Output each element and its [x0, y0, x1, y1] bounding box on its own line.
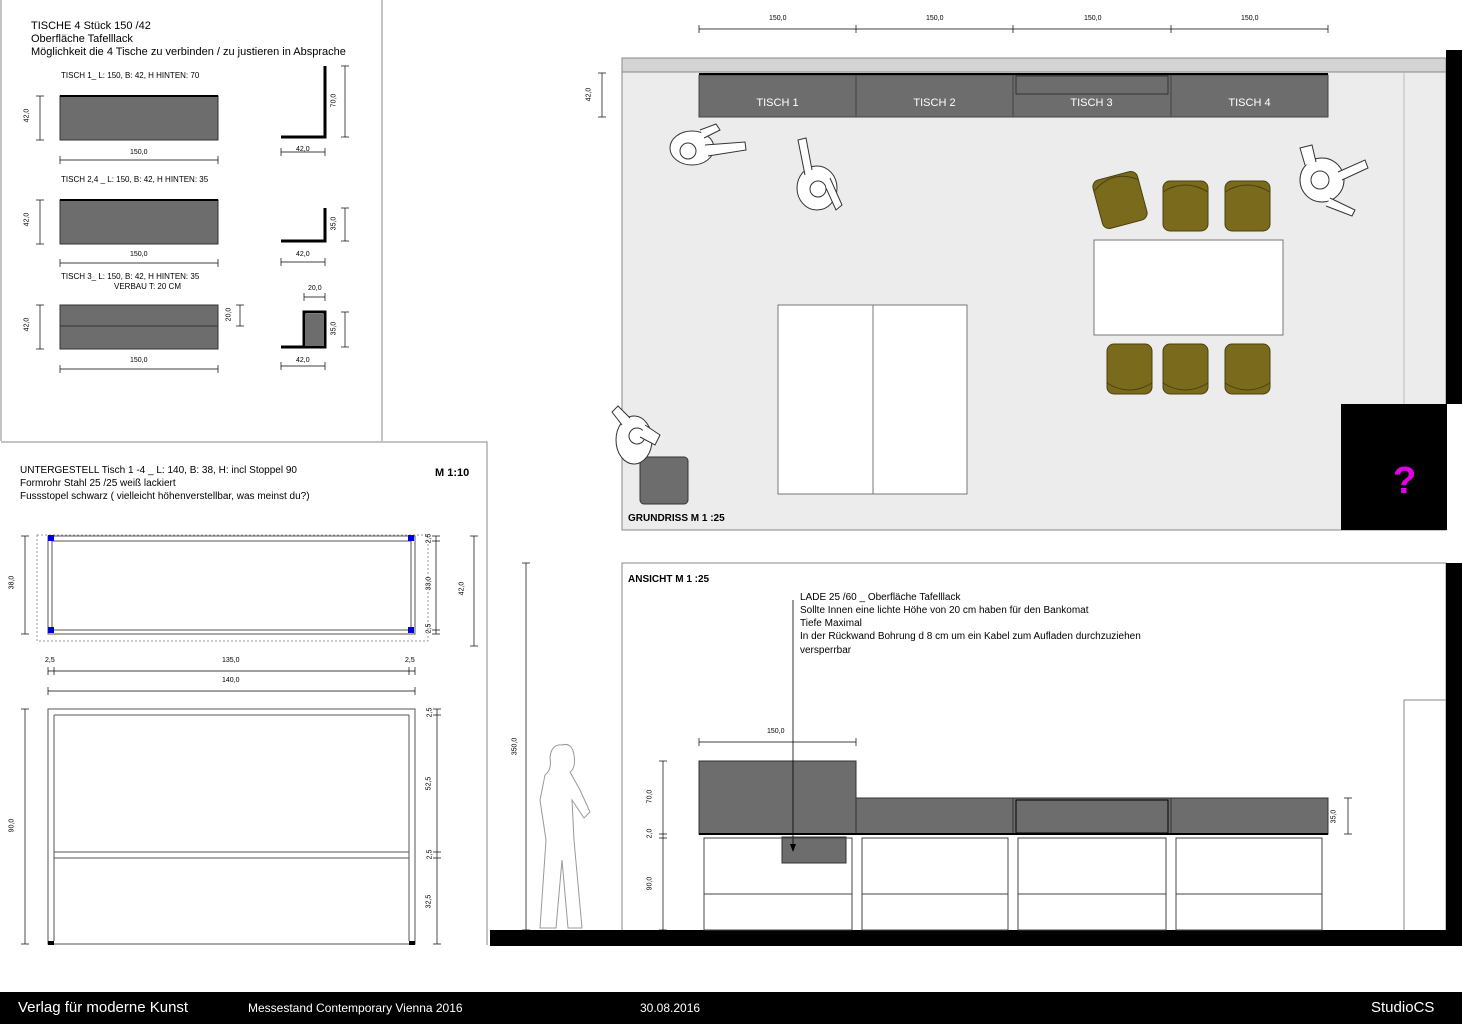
dim-elev-frame: 90,0	[646, 876, 654, 891]
dim-elev-t1-height: 70,0	[646, 789, 654, 804]
footer-project: Messestand Contemporary Vienna 2016	[248, 1001, 463, 1015]
dim-frame-lower: 32,5	[425, 894, 433, 909]
table3-label: TISCH 3_ L: 150, B: 42, H HINTEN: 35	[61, 272, 200, 281]
dim-p24-width: 42,0	[296, 251, 310, 258]
drawing-canvas	[0, 0, 1462, 946]
dim-frame-overall: 42,0	[458, 581, 466, 596]
dim-t24-depth: 42,0	[23, 212, 31, 227]
dim-frame-upper: 52,5	[425, 776, 433, 791]
table-profiles	[281, 66, 327, 349]
dim-plan-t2: 150,0	[926, 15, 944, 22]
frame-top-view	[36, 534, 429, 642]
frame-title: UNTERGESTELL Tisch 1 -4 _ L: 140, B: 38,…	[20, 465, 297, 476]
footer-publisher: Verlag für moderne Kunst	[18, 999, 189, 1016]
plan-table-2: TISCH 2	[913, 97, 956, 109]
plan-table-3: TISCH 3	[1070, 97, 1113, 109]
question-mark: ?	[1393, 460, 1417, 502]
dim-plan-t4: 150,0	[1241, 15, 1259, 22]
dim-elev-t4-height: 35,0	[1330, 809, 1338, 824]
plan-label: GRUNDRISS M 1 :25	[628, 513, 725, 524]
dim-p1-height: 70,0	[330, 93, 338, 108]
dim-p3-drawer: 20,0	[308, 285, 322, 292]
footer-studio: StudioCS	[1371, 999, 1435, 1016]
dim-plan-t1: 150,0	[769, 15, 787, 22]
tables-note: Möglichkeit die 4 Tische zu verbinden / …	[31, 46, 346, 58]
dim-frame-top-rail: 2,5	[426, 707, 434, 718]
table1-front	[59, 95, 219, 141]
dim-t3-length: 150,0	[130, 357, 148, 364]
dim-frame-right-tube: 2,5	[405, 657, 415, 664]
dim-frame-mid-rail: 2,5	[426, 849, 434, 860]
plan-table-4: TISCH 4	[1228, 97, 1271, 109]
elevation-note-5: versperrbar	[800, 645, 852, 656]
tables-title: TISCHE 4 Stück 150 /42	[31, 20, 151, 32]
elevation-note-2: Sollte Innen eine lichte Höhe von 20 cm …	[800, 605, 1089, 616]
tables-surface: Oberfläche Tafelllack	[31, 33, 133, 45]
footer-bar: Verlag für moderne Kunst Messestand Cont…	[0, 992, 1462, 1024]
frame-foot-right	[409, 941, 415, 945]
dim-t1-depth: 42,0	[23, 108, 31, 123]
frame-material: Formrohr Stahl 25 /25 weiß lackiert	[20, 478, 176, 489]
person-silhouette	[539, 744, 591, 929]
table3-front	[59, 304, 219, 350]
dim-frame-width: 38,0	[8, 575, 16, 590]
dim-plan-depth: 42,0	[585, 87, 593, 102]
dim-t3-drawer: 20,0	[225, 307, 233, 322]
dim-elev-height: 350,0	[511, 737, 519, 756]
dim-elev-gap: 2,0	[646, 828, 654, 839]
elevation-note-4: In der Rückwand Bohrung d 8 cm um ein Ka…	[800, 631, 1141, 642]
table3-label-2: VERBAU T: 20 CM	[114, 282, 181, 291]
table24-label: TISCH 2,4 _ L: 150, B: 42, H HINTEN: 35	[61, 175, 209, 184]
plan-table-1: TISCH 1	[756, 97, 799, 109]
elevation-note-1: LADE 25 /60 _ Oberfläche Tafelllack	[800, 592, 961, 603]
dim-p24-height: 35,0	[330, 216, 338, 231]
dim-p3-width: 42,0	[296, 357, 310, 364]
elevation-label: ANSICHT M 1 :25	[628, 574, 710, 585]
dim-t1-length: 150,0	[130, 149, 148, 156]
dim-frame-inner-length: 135,0	[222, 657, 240, 664]
dim-frame-inner: 33,0	[425, 576, 433, 591]
footer-date: 30.08.2016	[640, 1001, 701, 1015]
dim-p1-width: 42,0	[296, 146, 310, 153]
elevation-view	[490, 562, 1462, 946]
table1-label: TISCH 1_ L: 150, B: 42, H HINTEN: 70	[61, 71, 200, 80]
dim-elev-length: 150,0	[767, 728, 785, 735]
frame-note: Fussstopel schwarz ( vielleicht höhenver…	[20, 491, 310, 502]
dim-frame-height: 90,0	[8, 818, 16, 833]
dim-frame-tube-top: 2,5	[425, 533, 433, 544]
table3-profile-fill	[305, 314, 324, 346]
dim-p3-height: 35,0	[330, 321, 338, 336]
dim-t3-depth: 42,0	[23, 317, 31, 332]
dim-t24-length: 150,0	[130, 251, 148, 258]
dim-frame-tube-bottom: 2,5	[425, 623, 433, 634]
dim-frame-length: 140,0	[222, 677, 240, 684]
frame-scale: M 1:10	[435, 467, 470, 479]
frame-front-view	[47, 708, 416, 945]
elevation-note-3: Tiefe Maximal	[800, 618, 862, 629]
table24-front	[59, 199, 219, 245]
dim-frame-left-tube: 2,5	[45, 657, 55, 664]
dim-plan-t3: 150,0	[1084, 15, 1102, 22]
frame-foot-left	[48, 941, 54, 945]
